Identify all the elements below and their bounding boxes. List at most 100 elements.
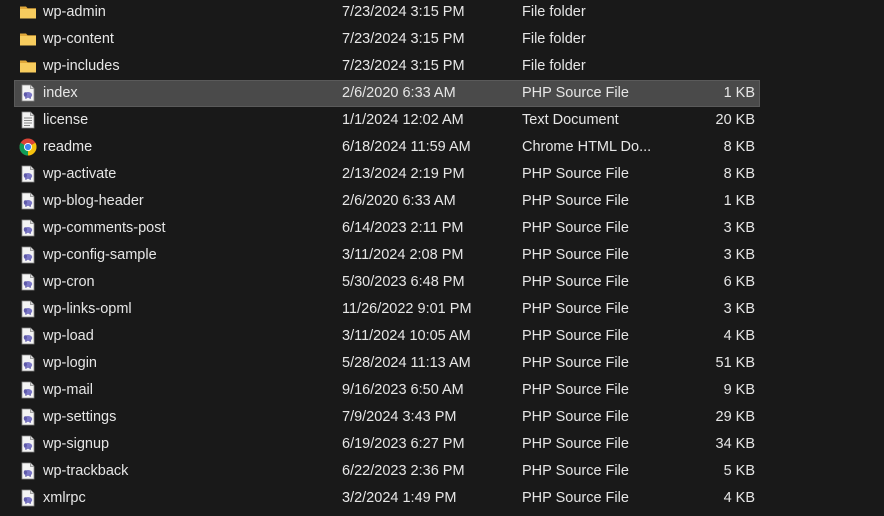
file-row[interactable]: wp-cron 5/30/2023 6:48 PM PHP Source File 6… — [14, 269, 760, 296]
file-type: PHP Source File — [522, 328, 629, 344]
file-size: 3 KB — [723, 247, 755, 263]
folder-icon — [19, 30, 37, 48]
file-type: File folder — [522, 31, 586, 47]
file-row[interactable]: wp-links-opml 11/26/2022 9:01 PM PHP Sourc… — [14, 296, 760, 323]
file-date-modified: 9/16/2023 6:50 AM — [342, 382, 464, 398]
file-row[interactable]: wp-admin 7/23/2024 3:15 PM File folder — [14, 0, 760, 26]
php-file-icon — [19, 354, 37, 372]
file-date-modified: 11/26/2022 9:01 PM — [342, 301, 472, 317]
file-size: 20 KB — [715, 112, 756, 128]
file-date-modified: 7/23/2024 3:15 PM — [342, 4, 465, 20]
file-name: index — [43, 85, 78, 101]
file-date-modified: 6/22/2023 2:36 PM — [342, 463, 465, 479]
file-list: wp-admin 7/23/2024 3:15 PM File folder wp-c… — [0, 0, 884, 516]
php-file-icon — [19, 84, 37, 102]
file-name: wp-includes — [43, 58, 120, 74]
file-row[interactable]: xmlrpc 3/2/2024 1:49 PM PHP Source File 4 K… — [14, 485, 760, 512]
file-name: wp-login — [43, 355, 97, 371]
file-type: PHP Source File — [522, 220, 629, 236]
file-row[interactable]: readme 6/18/2024 11:59 AM Chrome HTML Do..… — [14, 134, 760, 161]
file-date-modified: 2/6/2020 6:33 AM — [342, 193, 456, 209]
file-row[interactable]: wp-signup 6/19/2023 6:27 PM PHP Source Fil… — [14, 431, 760, 458]
file-size: 1 KB — [723, 85, 755, 101]
file-size: 6 KB — [723, 274, 755, 290]
php-file-icon — [19, 219, 37, 237]
php-file-icon — [19, 408, 37, 426]
folder-icon — [19, 57, 37, 75]
file-date-modified: 2/6/2020 6:33 AM — [342, 85, 456, 101]
file-type: Chrome HTML Do... — [522, 139, 652, 155]
file-name: wp-links-opml — [43, 301, 132, 317]
file-size: 4 KB — [723, 328, 755, 344]
php-file-icon — [19, 435, 37, 453]
file-row[interactable]: wp-comments-post 6/14/2023 2:11 PM PHP Sou… — [14, 215, 760, 242]
file-row[interactable]: index 2/6/2020 6:33 AM PHP Source File 1 KB — [14, 80, 760, 107]
file-type: PHP Source File — [522, 436, 629, 452]
file-date-modified: 6/19/2023 6:27 PM — [342, 436, 465, 452]
file-type: PHP Source File — [522, 193, 629, 209]
file-name: wp-mail — [43, 382, 93, 398]
file-row[interactable]: wp-mail 9/16/2023 6:50 AM PHP Source File 9… — [14, 377, 760, 404]
file-type: PHP Source File — [522, 409, 629, 425]
file-type: PHP Source File — [522, 85, 629, 101]
file-row[interactable]: wp-config-sample 3/11/2024 2:08 PM PHP Sou… — [14, 242, 760, 269]
file-name: wp-signup — [43, 436, 110, 452]
php-file-icon — [19, 489, 37, 507]
file-type: PHP Source File — [522, 463, 629, 479]
file-type: PHP Source File — [522, 301, 629, 317]
file-size: 1 KB — [723, 193, 755, 209]
file-type: PHP Source File — [522, 382, 629, 398]
file-size: 51 KB — [715, 355, 756, 371]
file-name: wp-settings — [43, 409, 117, 425]
file-name: wp-comments-post — [43, 220, 166, 236]
file-name: license — [43, 112, 89, 128]
php-file-icon — [19, 246, 37, 264]
file-name: wp-load — [43, 328, 94, 344]
file-name: wp-blog-header — [43, 193, 144, 209]
file-date-modified: 7/9/2024 3:43 PM — [342, 409, 457, 425]
file-date-modified: 7/23/2024 3:15 PM — [342, 31, 465, 47]
file-size: 29 KB — [715, 409, 756, 425]
folder-icon — [19, 3, 37, 21]
file-date-modified: 3/11/2024 10:05 AM — [342, 328, 471, 344]
file-row[interactable]: wp-includes 7/23/2024 3:15 PM File folder — [14, 53, 760, 80]
php-file-icon — [19, 192, 37, 210]
file-date-modified: 1/1/2024 12:02 AM — [342, 112, 464, 128]
file-name: wp-content — [43, 31, 114, 47]
file-size: 34 KB — [715, 436, 756, 452]
file-name: wp-trackback — [43, 463, 129, 479]
file-size — [664, 0, 755, 26]
file-name: readme — [43, 139, 93, 155]
file-name: wp-activate — [43, 166, 117, 182]
file-name: wp-admin — [43, 4, 106, 20]
php-file-icon — [19, 165, 37, 183]
file-date-modified: 5/28/2024 11:13 AM — [342, 355, 471, 371]
file-size: 5 KB — [723, 463, 755, 479]
file-type: PHP Source File — [522, 247, 629, 263]
file-row[interactable]: wp-trackback 6/22/2023 2:36 PM PHP Source … — [14, 458, 760, 485]
file-type: PHP Source File — [522, 490, 629, 506]
file-type: PHP Source File — [522, 166, 629, 182]
file-type: PHP Source File — [522, 355, 629, 371]
file-row[interactable]: wp-blog-header 2/6/2020 6:33 AM PHP Source… — [14, 188, 760, 215]
file-name: wp-config-sample — [43, 247, 157, 263]
file-date-modified: 2/13/2024 2:19 PM — [342, 166, 465, 182]
file-name: xmlrpc — [43, 490, 86, 506]
chrome-icon — [19, 138, 37, 156]
file-row[interactable]: wp-activate 2/13/2024 2:19 PM PHP Source F… — [14, 161, 760, 188]
php-file-icon — [19, 273, 37, 291]
php-file-icon — [19, 381, 37, 399]
file-size: 3 KB — [723, 301, 755, 317]
file-name: wp-cron — [43, 274, 95, 290]
file-size: 9 KB — [723, 382, 755, 398]
file-size — [664, 53, 755, 80]
file-type: Text Document — [522, 112, 619, 128]
file-row[interactable]: wp-load 3/11/2024 10:05 AM PHP Source File… — [14, 323, 760, 350]
file-type: File folder — [522, 58, 586, 74]
file-size: 4 KB — [723, 490, 755, 506]
file-row[interactable]: license 1/1/2024 12:02 AM Text Document 20 … — [14, 107, 760, 134]
file-row[interactable]: wp-settings 7/9/2024 3:43 PM PHP Source Fi… — [14, 404, 760, 431]
file-row[interactable]: wp-content 7/23/2024 3:15 PM File folder — [14, 26, 760, 53]
file-date-modified: 7/23/2024 3:15 PM — [342, 58, 465, 74]
file-row[interactable]: wp-login 5/28/2024 11:13 AM PHP Source Fil… — [14, 350, 760, 377]
